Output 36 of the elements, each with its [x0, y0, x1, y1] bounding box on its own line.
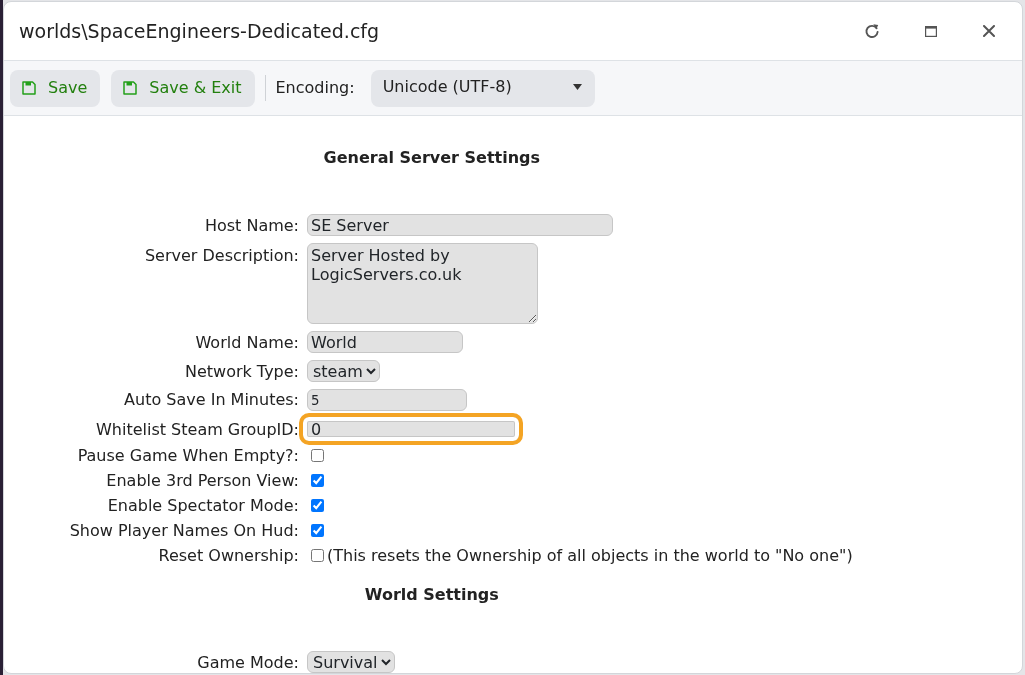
save-button[interactable]: Save [10, 69, 101, 107]
text-area[interactable]: Server Hosted by LogicServers.co.uk [307, 243, 538, 324]
checkbox[interactable] [311, 549, 324, 562]
window-title: worlds\SpaceEngineers-Dedicated.cfg [19, 18, 380, 44]
close-icon[interactable] [983, 25, 995, 37]
field-label: Server Description: [144, 246, 299, 265]
dropdown[interactable]: steam [307, 360, 380, 382]
checkbox[interactable] [311, 524, 324, 537]
field-label: Show Player Names On Hud: [69, 521, 299, 540]
section-heading: World Settings [364, 585, 499, 604]
field-label: World Name: [195, 332, 299, 352]
maximize-icon[interactable] [925, 25, 937, 37]
dropdown[interactable]: Survival [307, 651, 395, 673]
text-field[interactable]: SE Server [307, 214, 613, 236]
field-label: Auto Save In Minutes: [124, 389, 299, 409]
checkbox[interactable] [311, 499, 324, 512]
text-field[interactable]: 0 [299, 413, 523, 445]
field-note: (This resets the Ownership of all objects in the world to "No one") [327, 546, 853, 565]
checkbox[interactable] [311, 449, 324, 462]
text-field[interactable]: World [307, 331, 463, 353]
field-label: Reset Ownership: [158, 546, 299, 565]
refresh-icon[interactable] [864, 23, 880, 39]
checkbox[interactable] [311, 474, 324, 487]
field-label: Whitelist Steam GroupID: [96, 419, 299, 439]
encoding-label: Encoding: [275, 77, 355, 99]
encoding-dropdown[interactable]: Unicode (UTF-8) [370, 69, 595, 107]
field-label: Enable Spectator Mode: [107, 496, 299, 515]
field-label: Enable 3rd Person View: [106, 471, 299, 490]
caret-icon [572, 83, 582, 90]
section-heading: General Server Settings [323, 148, 541, 167]
field-label: Game Mode: [197, 653, 299, 672]
save-exit-button[interactable]: Save & Exit [111, 69, 255, 107]
field-label: Host Name: [204, 215, 299, 235]
field-label: Network Type: [184, 362, 299, 381]
number-field[interactable]: 5 [307, 389, 467, 411]
field-label: Pause Game When Empty?: [77, 446, 299, 465]
